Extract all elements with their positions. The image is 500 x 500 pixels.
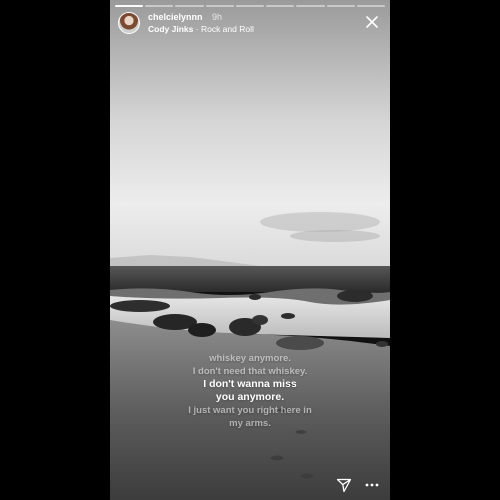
- lyrics-overlay: whiskey anymore. I don't need that whisk…: [110, 352, 390, 430]
- progress-segment: [115, 5, 144, 7]
- music-separator: ·: [195, 24, 199, 34]
- lyric-line: I don't need that whiskey.: [192, 366, 308, 377]
- progress-segment: [296, 5, 325, 7]
- close-icon[interactable]: [364, 14, 380, 30]
- send-icon[interactable]: [336, 477, 352, 493]
- lyric-line: I just want you right here in: [188, 405, 312, 416]
- progress-segment: [235, 5, 265, 7]
- timestamp: 9h: [212, 12, 223, 22]
- story-viewer[interactable]: chelcielynnn 9h Cody Jinks · Rock and Ro…: [110, 0, 390, 500]
- lyric-line: whiskey anymore.: [209, 353, 291, 364]
- story-progress-bar: [115, 5, 385, 7]
- story-header: chelcielynnn 9h Cody Jinks · Rock and Ro…: [118, 11, 382, 37]
- progress-segment: [175, 5, 204, 7]
- more-options-icon[interactable]: [364, 477, 380, 493]
- music-song: Rock and Roll: [200, 24, 254, 34]
- progress-segment: [326, 5, 355, 7]
- music-artist: Cody Jinks: [148, 24, 194, 34]
- lyric-line: I don't wanna miss: [203, 378, 297, 390]
- lyric-line: my arms.: [229, 418, 271, 429]
- progress-segment: [356, 5, 385, 7]
- progress-segment: [266, 5, 295, 7]
- avatar[interactable]: [118, 12, 140, 34]
- progress-segment: [205, 5, 234, 7]
- lyric-line: you anymore.: [215, 391, 285, 403]
- username[interactable]: chelcielynnn: [148, 12, 203, 22]
- story-footer: [110, 470, 390, 500]
- progress-segment: [145, 5, 174, 7]
- music-attribution[interactable]: Cody Jinks · Rock and Roll: [148, 24, 254, 34]
